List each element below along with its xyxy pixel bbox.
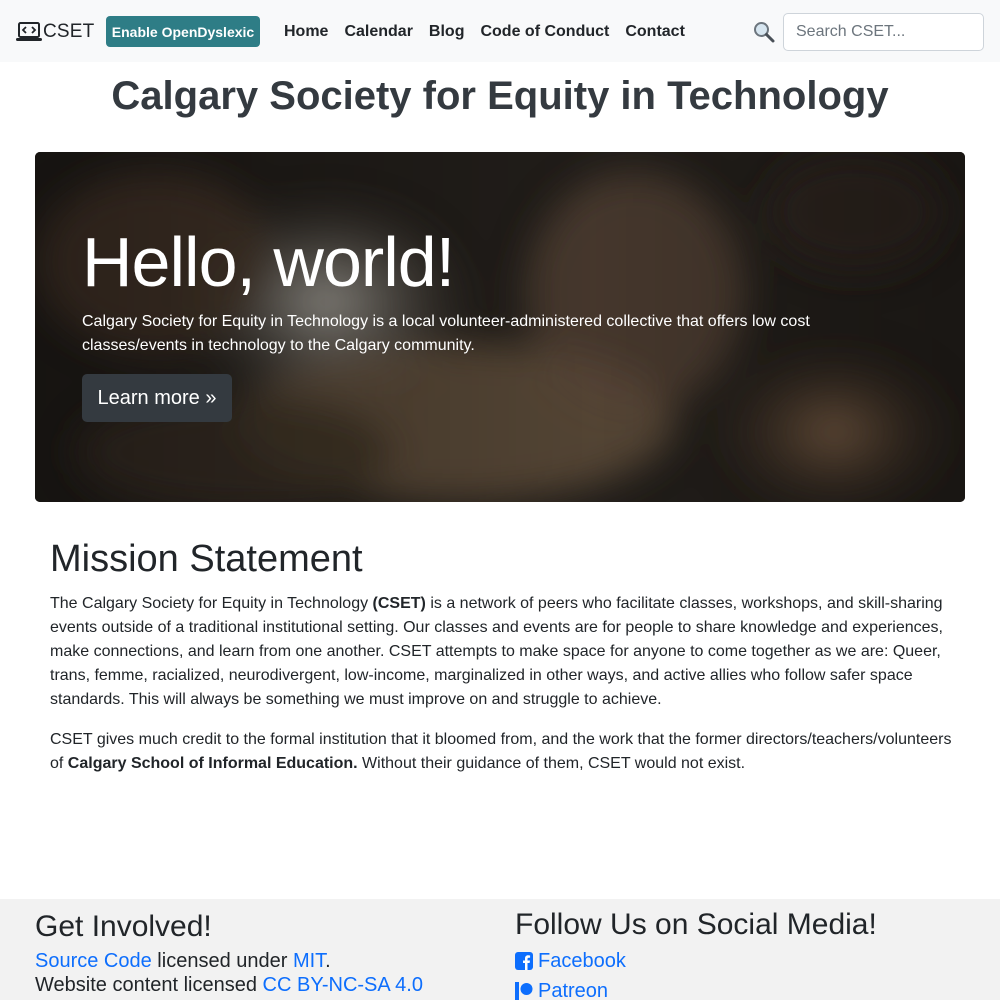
laptop-code-icon [16,22,42,41]
nav-home[interactable]: Home [284,20,328,44]
mission-paragraph-2: CSET gives much credit to the formal ins… [50,728,955,776]
mission-paragraph-1: The Calgary Society for Equity in Techno… [50,592,955,712]
hero-heading: Hello, world! [82,223,455,301]
nav-contact[interactable]: Contact [625,20,685,44]
mission-p2-bold: Calgary School of Informal Education. [67,755,358,772]
facebook-icon [515,952,533,970]
mission-p2-after: Without their guidance of them, CSET wou… [357,755,746,772]
footer: Get Involved! Source Code licensed under… [0,899,1000,1000]
hero-banner: Hello, world! Calgary Society for Equity… [35,152,965,502]
social-media-section: Follow Us on Social Media! Facebook Patr… [515,907,975,1000]
nav-blog[interactable]: Blog [429,20,465,44]
navbar: CSET Enable OpenDyslexic Home Calendar B… [0,0,1000,62]
patreon-icon [515,982,533,1000]
facebook-link[interactable]: Facebook [515,947,975,975]
mission-p1-before: The Calgary Society for Equity in Techno… [50,595,373,612]
patreon-link[interactable]: Patreon [515,977,975,1000]
enable-opendyslexic-button[interactable]: Enable OpenDyslexic [106,16,260,47]
hero-description: Calgary Society for Equity in Technology… [82,313,810,354]
nav-code-of-conduct[interactable]: Code of Conduct [480,20,609,44]
patreon-label: Patreon [538,980,609,1000]
content-license-text: Website content licensed [35,974,263,996]
mit-link[interactable]: MIT [293,950,325,972]
source-license-line: Source Code licensed under MIT. [35,949,495,973]
search-icon[interactable] [752,20,776,44]
brand-link[interactable]: CSET [16,18,94,46]
period-text: . [325,950,331,972]
brand-text: CSET [43,21,95,42]
licensed-under-text: licensed under [151,950,293,972]
facebook-label: Facebook [538,950,626,972]
learn-more-button[interactable]: Learn more » [82,374,232,422]
mission-section: Mission Statement The Calgary Society fo… [50,536,955,792]
mission-p1-bold: (CSET) [372,595,426,612]
cc-license-link[interactable]: CC BY-NC-SA 4.0 [263,974,423,996]
mission-heading: Mission Statement [50,538,363,580]
nav-calendar[interactable]: Calendar [344,20,412,44]
source-code-link[interactable]: Source Code [35,950,152,972]
content-license-line: Website content licensed CC BY-NC-SA 4.0 [35,973,495,997]
search-input[interactable] [783,13,984,51]
get-involved-section: Get Involved! Source Code licensed under… [35,909,495,997]
social-heading: Follow Us on Social Media! [515,908,877,941]
get-involved-heading: Get Involved! [35,910,212,943]
site-title: Calgary Society for Equity in Technology [111,74,889,118]
nav-links: Home Calendar Blog Code of Conduct Conta… [284,20,701,44]
